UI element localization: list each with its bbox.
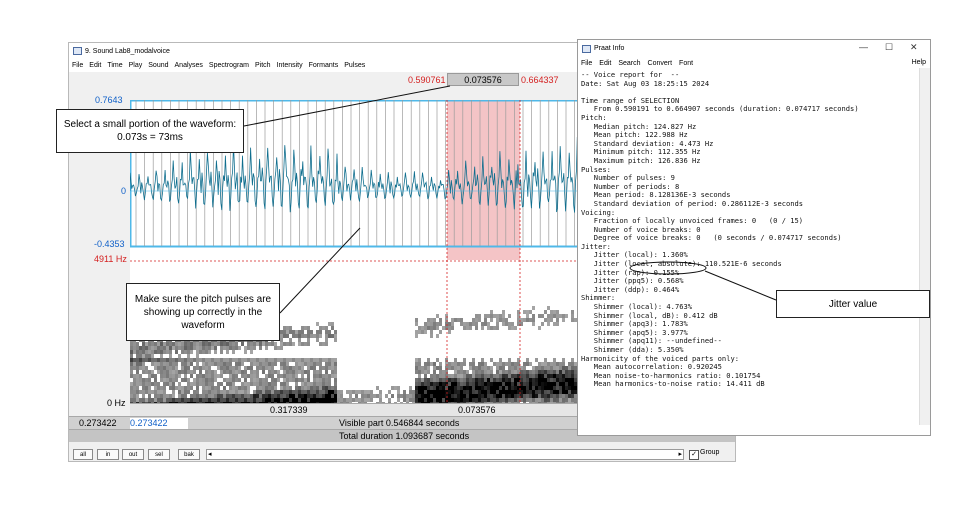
pulses-callout: Make sure the pitch pulses are showing u…: [126, 283, 280, 341]
jitter-callout: Jitter value: [776, 290, 930, 318]
annotation-lines: [243, 85, 777, 314]
select-callout: Select a small portion of the waveform: …: [56, 109, 244, 153]
